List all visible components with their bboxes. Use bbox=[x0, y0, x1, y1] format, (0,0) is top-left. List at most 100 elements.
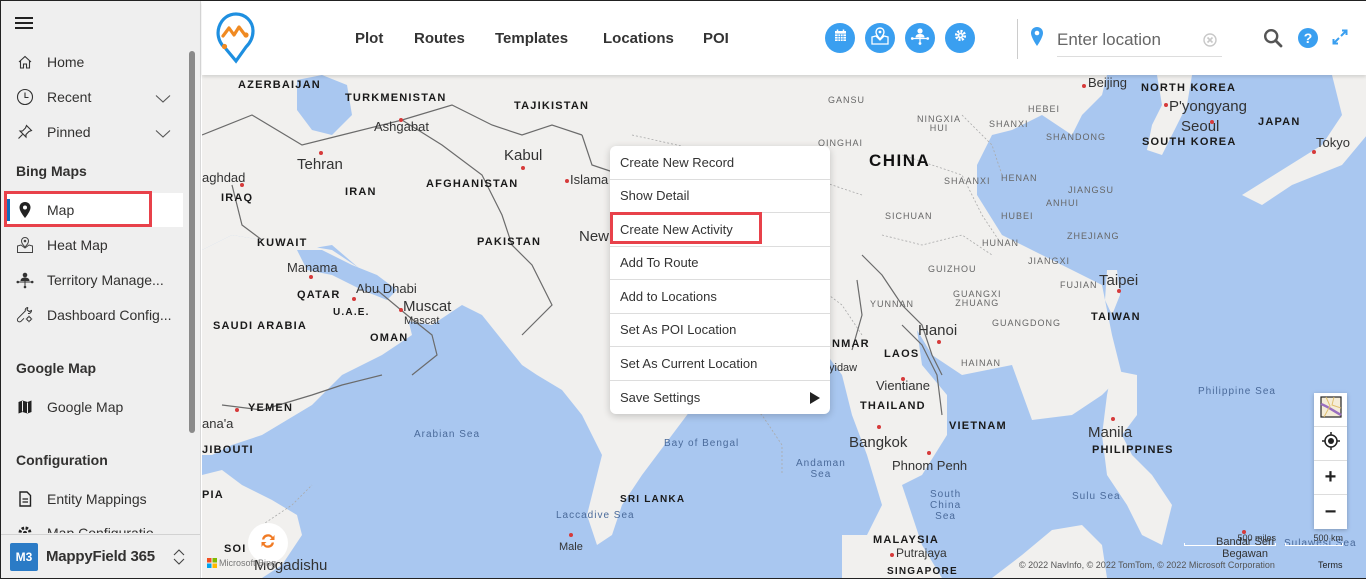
menu-item-create-new-activity[interactable]: Create New Activity bbox=[610, 213, 830, 247]
city-marker bbox=[399, 118, 403, 122]
sidebar-item-label: Map bbox=[47, 202, 75, 218]
top-header: Plot Routes Templates Locations POI ? bbox=[202, 1, 1366, 75]
chevron-up-down-icon[interactable] bbox=[172, 548, 186, 571]
sidebar-item-recent[interactable]: Recent bbox=[5, 80, 183, 114]
zoom-out-button[interactable]: − bbox=[1314, 495, 1347, 529]
pin-icon bbox=[15, 124, 35, 140]
nav-poi[interactable]: POI bbox=[703, 30, 729, 47]
sidebar-item-label: Heat Map bbox=[47, 237, 108, 253]
sidebar-item-label: Google Map bbox=[47, 399, 124, 415]
city-marker bbox=[569, 533, 573, 537]
chevron-down-icon[interactable] bbox=[155, 126, 171, 142]
scale-bar-miles: 500 miles bbox=[1184, 533, 1276, 546]
gear-icon bbox=[15, 525, 35, 533]
microsoft-logo-icon bbox=[207, 558, 217, 568]
map-pin-icon bbox=[15, 201, 35, 219]
menu-item-add-to-route[interactable]: Add To Route bbox=[610, 247, 830, 280]
app-logo[interactable] bbox=[216, 11, 256, 70]
document-icon bbox=[15, 491, 35, 507]
sidebar-item-map-configuration[interactable]: Map Configuratio bbox=[5, 517, 183, 533]
city-marker bbox=[927, 451, 931, 455]
menu-item-show-detail[interactable]: Show Detail bbox=[610, 180, 830, 213]
refresh-icon bbox=[259, 532, 277, 555]
menu-item-add-to-locations[interactable]: Add to Locations bbox=[610, 280, 830, 314]
location-search-input[interactable] bbox=[1057, 23, 1222, 57]
city-marker bbox=[319, 151, 323, 155]
city-marker bbox=[309, 275, 313, 279]
sidebar-item-map[interactable]: Map bbox=[5, 193, 183, 227]
home-icon bbox=[15, 54, 35, 70]
hierarchy-button[interactable] bbox=[905, 23, 935, 53]
sidebar-item-pinned[interactable]: Pinned bbox=[5, 115, 183, 149]
section-title-configuration: Configuration bbox=[16, 452, 108, 468]
city-marker bbox=[890, 553, 894, 557]
help-icon[interactable]: ? bbox=[1298, 28, 1318, 48]
map-style-icon bbox=[1319, 395, 1342, 424]
wrench-gear-icon bbox=[15, 306, 35, 324]
calendar-button[interactable] bbox=[825, 23, 855, 53]
scale-label-km: 500 km bbox=[1313, 533, 1343, 543]
sidebar-item-label: Pinned bbox=[47, 124, 91, 140]
location-pin-icon bbox=[1030, 26, 1044, 53]
nav-locations[interactable]: Locations bbox=[603, 30, 674, 47]
hamburger-menu-icon[interactable] bbox=[15, 17, 33, 29]
sidebar-item-label: Dashboard Config... bbox=[47, 307, 172, 323]
settings-button[interactable] bbox=[945, 23, 975, 53]
hierarchy-icon bbox=[910, 26, 930, 51]
section-title-google-map: Google Map bbox=[16, 360, 97, 376]
bing-attribution: Microsoft Bing bbox=[207, 558, 276, 568]
sidebar-item-entity-mappings[interactable]: Entity Mappings bbox=[5, 482, 183, 516]
expand-icon[interactable] bbox=[1332, 29, 1348, 50]
context-menu: Create New Record Show Detail Create New… bbox=[610, 146, 830, 414]
app-name: MappyField 365 bbox=[46, 548, 155, 565]
sidebar-item-dashboard-config[interactable]: Dashboard Config... bbox=[5, 298, 183, 332]
nav-plot[interactable]: Plot bbox=[355, 30, 383, 47]
section-title-bing-maps: Bing Maps bbox=[16, 163, 87, 179]
map-style-button[interactable] bbox=[1314, 393, 1347, 427]
locate-me-button[interactable] bbox=[1314, 427, 1347, 461]
crosshair-icon bbox=[1321, 431, 1341, 457]
city-marker bbox=[235, 408, 239, 412]
terms-link[interactable]: Terms bbox=[1318, 560, 1343, 570]
nav-templates[interactable]: Templates bbox=[495, 30, 568, 47]
scale-label-miles: 500 miles bbox=[1237, 533, 1276, 543]
city-marker bbox=[1210, 120, 1214, 124]
sidebar-item-label: Entity Mappings bbox=[47, 491, 147, 507]
search-icon[interactable] bbox=[1263, 28, 1283, 53]
app-badge: M3 bbox=[10, 542, 38, 571]
sidebar-item-territory-management[interactable]: Territory Manage... bbox=[5, 263, 183, 297]
minus-icon: − bbox=[1324, 500, 1337, 523]
sidebar-scrollbar[interactable] bbox=[189, 51, 195, 433]
menu-item-label: Save Settings bbox=[620, 389, 701, 405]
menu-item-create-new-record[interactable]: Create New Record bbox=[610, 146, 830, 180]
menu-item-save-settings[interactable]: Save Settings bbox=[610, 381, 830, 415]
city-marker bbox=[937, 340, 941, 344]
city-marker bbox=[240, 183, 244, 187]
city-marker bbox=[399, 308, 403, 312]
attribution-text: Microsoft Bing bbox=[219, 558, 277, 568]
map-copyright: © 2022 NavInfo, © 2022 TomTom, © 2022 Mi… bbox=[1019, 560, 1275, 570]
menu-item-set-as-current-location[interactable]: Set As Current Location bbox=[610, 347, 830, 381]
menu-item-set-as-poi-location[interactable]: Set As POI Location bbox=[610, 314, 830, 347]
zoom-in-button[interactable]: + bbox=[1314, 461, 1347, 495]
sidebar-item-google-map[interactable]: Google Map bbox=[5, 390, 183, 424]
sidebar-item-home[interactable]: Home bbox=[5, 45, 183, 79]
city-marker bbox=[1164, 103, 1168, 107]
city-marker bbox=[901, 377, 905, 381]
territory-icon bbox=[15, 271, 35, 289]
clear-input-icon[interactable] bbox=[1203, 33, 1217, 52]
map-controls: + − bbox=[1314, 393, 1347, 529]
app-switcher[interactable]: M3 MappyField 365 bbox=[1, 534, 200, 578]
nav-routes[interactable]: Routes bbox=[414, 30, 465, 47]
sidebar: Home Recent Pinned Bing Maps Map Heat Ma… bbox=[1, 1, 201, 578]
folded-map-icon bbox=[15, 399, 35, 415]
refresh-button[interactable] bbox=[248, 523, 288, 563]
city-marker bbox=[1111, 417, 1115, 421]
sidebar-item-label: Home bbox=[47, 54, 85, 70]
chevron-down-icon[interactable] bbox=[155, 91, 171, 107]
sidebar-item-heat-map[interactable]: Heat Map bbox=[5, 228, 183, 262]
map-location-button[interactable] bbox=[865, 23, 895, 53]
map-location-icon bbox=[870, 26, 890, 51]
sidebar-item-label: Recent bbox=[47, 89, 92, 105]
clock-icon bbox=[15, 88, 35, 106]
